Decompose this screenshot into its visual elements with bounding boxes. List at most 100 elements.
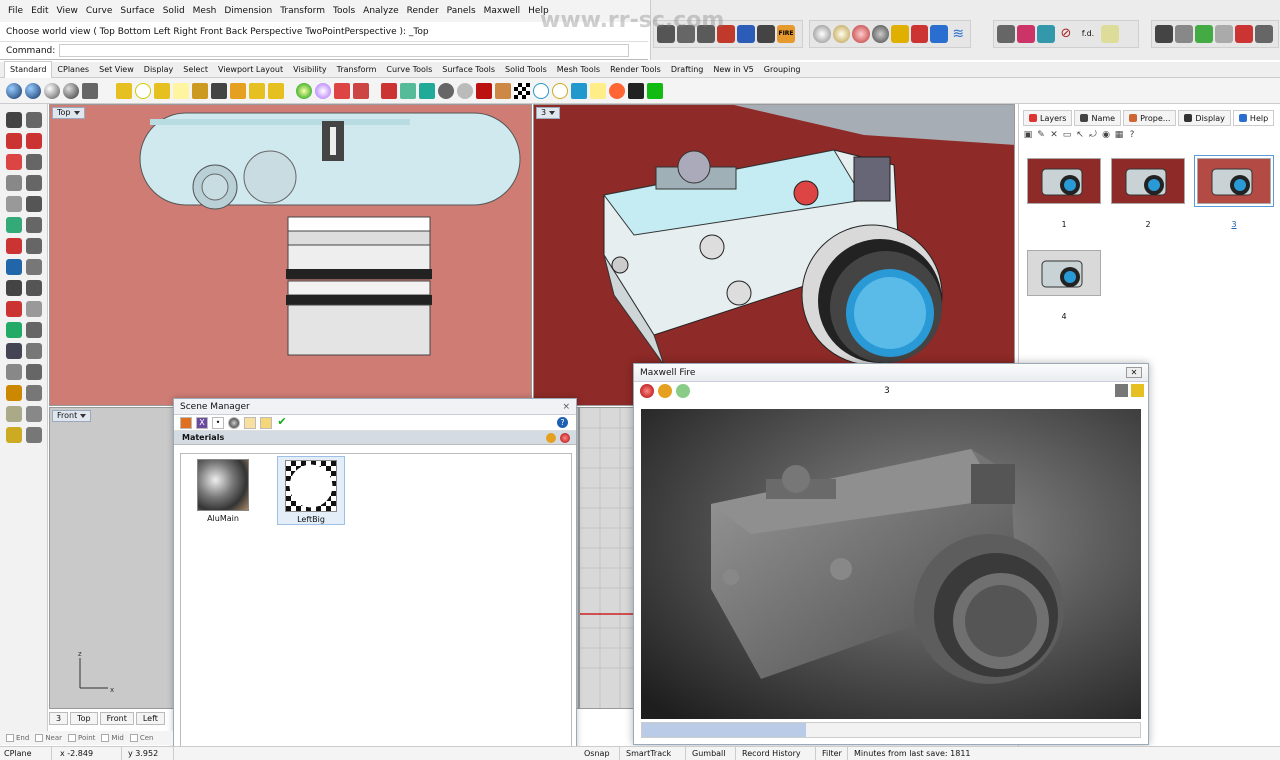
- panel-tab-name[interactable]: Name: [1074, 110, 1122, 126]
- toolbar-tab-curve-tools[interactable]: Curve Tools: [381, 62, 437, 78]
- torus-icon[interactable]: [6, 238, 22, 254]
- ellipse-icon[interactable]: [6, 175, 22, 191]
- scene-manager-titlebar[interactable]: Scene Manager ×: [174, 399, 576, 415]
- sun-light-icon[interactable]: [211, 82, 227, 99]
- tag-icon[interactable]: [891, 25, 909, 43]
- scale-icon[interactable]: [6, 301, 22, 317]
- light-icon[interactable]: [1235, 25, 1253, 43]
- light-target-icon[interactable]: [268, 82, 284, 99]
- menu-file[interactable]: File: [4, 0, 27, 22]
- save-icon[interactable]: ▣: [1023, 130, 1033, 140]
- toolbar-tab-new-in-v5[interactable]: New in V5: [708, 62, 758, 78]
- help-icon[interactable]: ?: [557, 417, 568, 428]
- close-icon[interactable]: ×: [562, 399, 570, 415]
- toolbar-tab-mesh-tools[interactable]: Mesh Tools: [552, 62, 605, 78]
- rectangle-icon[interactable]: [26, 175, 42, 191]
- restore-icon[interactable]: ⤾: [1088, 130, 1098, 140]
- film-strip-icon[interactable]: [628, 82, 644, 99]
- save-icon[interactable]: [737, 25, 755, 43]
- grid-icon[interactable]: [997, 25, 1015, 43]
- stop-render-icon[interactable]: [640, 384, 654, 398]
- texture-mapping-icon[interactable]: [334, 82, 350, 99]
- refresh-icon[interactable]: [658, 384, 672, 398]
- panel-tab-layers[interactable]: Layers: [1023, 110, 1073, 126]
- gear-icon[interactable]: [26, 427, 42, 443]
- point-light-icon[interactable]: [135, 82, 151, 99]
- save-render-icon[interactable]: [476, 82, 492, 99]
- lock-icon[interactable]: [1131, 384, 1144, 397]
- ellipse-icon[interactable]: [533, 82, 549, 99]
- toolbar-tab-grouping[interactable]: Grouping: [759, 62, 806, 78]
- spotlight-icon[interactable]: [116, 82, 132, 99]
- cone-icon[interactable]: [26, 217, 42, 233]
- status-osnap[interactable]: Osnap: [580, 747, 620, 760]
- grid-icon[interactable]: ▦: [1114, 130, 1124, 140]
- maxwell-fire-titlebar[interactable]: Maxwell Fire ✕: [634, 364, 1148, 382]
- toolbar-tab-cplanes[interactable]: CPlanes: [52, 62, 94, 78]
- menu-mesh[interactable]: Mesh: [189, 0, 221, 22]
- refresh-icon[interactable]: [546, 433, 556, 443]
- panel-tab-prope[interactable]: Prope...: [1123, 110, 1177, 126]
- search-icon[interactable]: [1215, 25, 1233, 43]
- light-manager-icon[interactable]: [230, 82, 246, 99]
- viewport-tab-left[interactable]: Left: [135, 711, 165, 725]
- fillet-icon[interactable]: [6, 385, 22, 401]
- sphere-light-icon[interactable]: [457, 82, 473, 99]
- status-filter[interactable]: Filter: [818, 747, 848, 760]
- fire-icon[interactable]: FIRE: [777, 25, 795, 43]
- named-view-thumbnail[interactable]: [1027, 158, 1101, 204]
- toolbar-tab-surface-tools[interactable]: Surface Tools: [437, 62, 500, 78]
- rendered-sphere-icon[interactable]: [25, 82, 41, 99]
- remove-icon[interactable]: X: [196, 416, 208, 429]
- toolbar-tab-drafting[interactable]: Drafting: [666, 62, 709, 78]
- curve-icon[interactable]: [6, 133, 22, 149]
- menu-edit[interactable]: Edit: [27, 0, 52, 22]
- menu-curve[interactable]: Curve: [82, 0, 117, 22]
- wave-icon[interactable]: ≋: [950, 25, 968, 43]
- close-button[interactable]: ✕: [1126, 367, 1142, 378]
- revolve-icon[interactable]: [26, 259, 42, 275]
- aperture-icon[interactable]: ⊘: [1057, 25, 1075, 43]
- camera-icon[interactable]: [1115, 384, 1128, 397]
- viewport-tab-3[interactable]: 3: [49, 711, 69, 725]
- green-cube-icon[interactable]: [419, 82, 435, 99]
- emitter-icon[interactable]: [832, 25, 850, 43]
- checkbox[interactable]: [101, 734, 110, 742]
- dark-material-icon[interactable]: [871, 25, 889, 43]
- menu-transform[interactable]: Transform: [276, 0, 329, 22]
- magnify-icon[interactable]: [552, 82, 568, 99]
- light-arrow-icon[interactable]: [249, 82, 265, 99]
- mirror-icon[interactable]: [26, 301, 42, 317]
- menu-render[interactable]: Render: [403, 0, 443, 22]
- decal-icon[interactable]: [353, 82, 369, 99]
- texture-icon[interactable]: [910, 25, 928, 43]
- point-icon[interactable]: [26, 112, 42, 128]
- delete-icon[interactable]: ✕: [1049, 130, 1059, 140]
- viewport-title-perspective[interactable]: 3: [536, 107, 561, 119]
- osnap-point[interactable]: Point: [68, 734, 95, 742]
- environment-icon[interactable]: [1037, 25, 1055, 43]
- toolbar-tab-solid-tools[interactable]: Solid Tools: [500, 62, 552, 78]
- ghosted-sphere-icon[interactable]: [44, 82, 60, 99]
- pan-icon[interactable]: [26, 406, 42, 422]
- check-icon[interactable]: ✔: [276, 416, 288, 429]
- menu-surface[interactable]: Surface: [116, 0, 158, 22]
- perspective-viewport[interactable]: 3: [533, 104, 1015, 406]
- material-item-selected[interactable]: LeftBig: [277, 456, 345, 525]
- droplet-icon[interactable]: [571, 82, 587, 99]
- sphere-icon[interactable]: [813, 25, 831, 43]
- split-icon[interactable]: [6, 364, 22, 380]
- toolbar-tab-display[interactable]: Display: [139, 62, 179, 78]
- menu-solid[interactable]: Solid: [159, 0, 189, 22]
- loft-icon[interactable]: [6, 259, 22, 275]
- join-icon[interactable]: [26, 322, 42, 338]
- rectangular-light-icon[interactable]: [173, 82, 189, 99]
- orbit-icon[interactable]: [6, 427, 22, 443]
- material-item[interactable]: AluMain: [189, 456, 257, 523]
- flare-icon[interactable]: [609, 82, 625, 99]
- checkbox[interactable]: [35, 734, 44, 742]
- dot-icon[interactable]: •: [212, 416, 224, 429]
- settings-icon[interactable]: [1155, 25, 1173, 43]
- batch-render-icon[interactable]: [757, 25, 775, 43]
- toolbar-tab-visibility[interactable]: Visibility: [288, 62, 332, 78]
